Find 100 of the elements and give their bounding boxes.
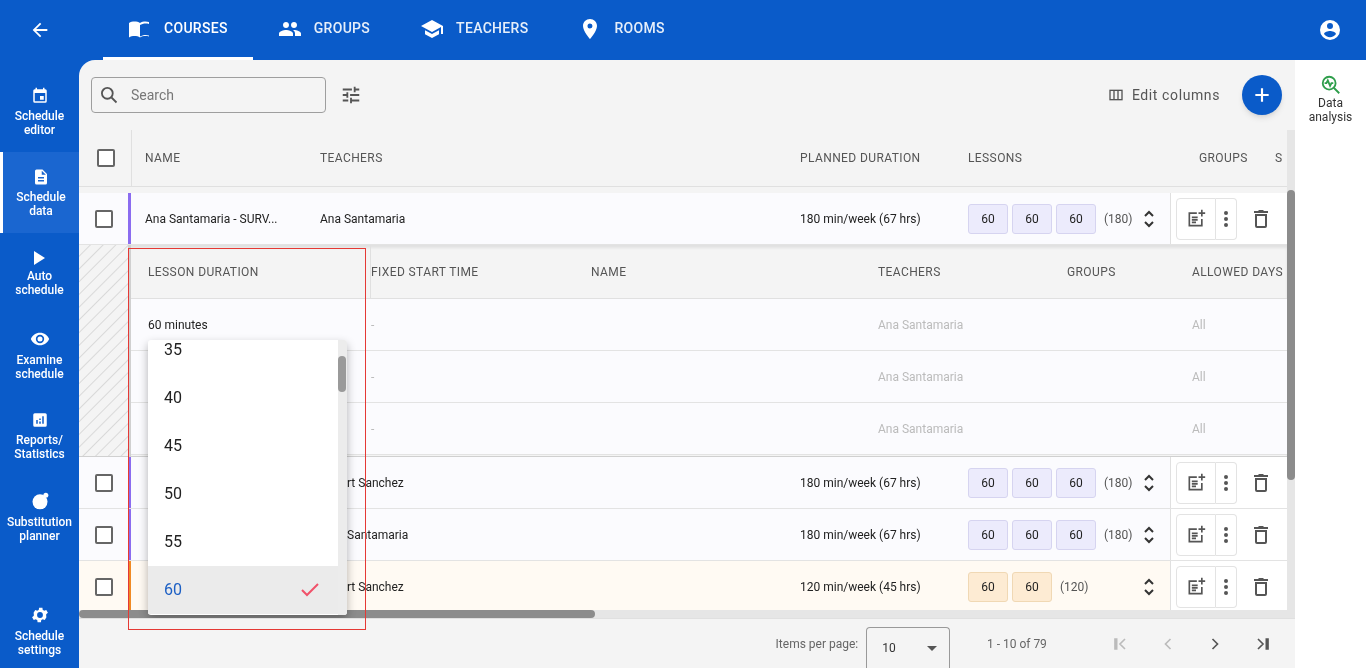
sidebar-item[interactable]: Auto schedule [0,233,79,314]
filter-sliders-icon [340,84,362,106]
sidebar-item[interactable]: Examine schedule [0,314,79,395]
checkbox[interactable] [94,577,113,596]
delete-button[interactable] [1251,207,1271,230]
sidebar-item[interactable]: Substitution planner [0,476,79,557]
dropdown-option[interactable]: 55 [148,518,338,566]
checkbox[interactable] [94,209,113,228]
lesson-chip[interactable]: 60 [968,467,1008,498]
start-time: - [371,369,375,384]
lesson-duration: 60 minutes [148,317,208,332]
add-lesson-button[interactable] [1176,461,1216,504]
unfold-icon [1143,524,1155,545]
teacher-name: Ana Santamaria [878,369,964,384]
plus-icon [1252,85,1272,105]
more-options-button[interactable] [1216,461,1237,504]
search-icon [99,85,119,105]
column-header: GROUPS [1067,264,1116,279]
magnifier-pulse-icon [1319,74,1342,96]
dropdown-option[interactable]: 40 [148,374,338,422]
more-vertical-icon [1224,474,1228,491]
lesson-total: (120) [1060,578,1089,596]
lesson-chip[interactable]: 60 [968,519,1008,550]
teacher-name: Ana Santamaria [320,211,406,226]
sidebar-item[interactable]: Reports/ Statistics [0,395,79,476]
sidebar-item[interactable]: Schedule editor [0,71,79,152]
column-header: LESSON DURATION [148,263,259,281]
more-options-button[interactable] [1216,197,1237,240]
lesson-chip[interactable]: 60 [1012,203,1052,234]
nav-tab[interactable]: ROOMS [553,0,690,60]
lesson-chip[interactable]: 60 [1012,467,1052,498]
settings-icon [29,605,50,625]
column-header: FIXED START TIME [371,264,479,279]
unfold-icon [1143,208,1155,229]
column-header: TEACHERS [878,264,941,279]
document-icon [32,167,50,186]
allowed-days: All [1192,369,1206,384]
duration-dropdown[interactable]: 35 40 45 50 55 60 [148,340,347,615]
settings-item[interactable]: Schedule settings [0,598,79,668]
nav-tab[interactable]: GROUPS [252,0,396,60]
delete-button[interactable] [1251,471,1271,494]
trash-icon [1253,525,1269,544]
dropdown-option[interactable]: 35 [148,340,338,374]
horizontal-scrollbar[interactable] [79,610,1287,618]
planned-duration: 180 min/week (67 hrs) [800,475,921,490]
trash-icon [1253,577,1269,596]
add-button[interactable] [1242,75,1282,115]
dropdown-option[interactable]: 60 [148,566,338,614]
column-header: ALLOWED DAYS [1192,264,1283,279]
page-range: 1 - 10 of 79 [986,635,1048,653]
delete-button[interactable] [1251,575,1271,598]
planned-duration: 120 min/week (45 hrs) [800,579,921,594]
lesson-chip[interactable]: 60 [1056,519,1096,550]
columns-icon [1107,87,1124,103]
lesson-chip[interactable]: 60 [1056,203,1096,234]
start-time: - [371,421,375,436]
more-options-button[interactable] [1216,565,1237,608]
column-header: NAME [591,264,627,279]
note-add-icon [1186,208,1206,229]
nav-tab[interactable]: TEACHERS [395,0,554,60]
dropdown-option[interactable]: 50 [148,470,338,518]
checkbox[interactable] [96,149,115,167]
checkbox[interactable] [94,525,113,544]
page-size-select[interactable]: 10 [866,627,950,668]
note-add-icon [1186,524,1206,545]
column-header: S [1275,150,1284,167]
edit-columns-button[interactable]: Edit columns [1107,84,1220,106]
add-lesson-button[interactable] [1176,565,1216,608]
more-vertical-icon [1224,526,1228,543]
sidebar-item[interactable]: Schedule data [0,152,79,233]
search-field[interactable]: Search [91,77,326,113]
unfold-icon [1143,576,1155,597]
start-time: - [371,317,375,332]
delete-button[interactable] [1251,523,1271,546]
vertical-scrollbar[interactable] [1287,130,1295,618]
lesson-chip[interactable]: 60 [1056,467,1096,498]
teacher-name: Ana Santamaria [878,421,964,436]
data-analysis-button[interactable]: Data analysis [1295,74,1366,124]
allowed-days: All [1192,421,1206,436]
dropdown-arrow-icon [926,645,937,651]
note-add-icon [1186,472,1206,493]
lesson-total: (180) [1104,474,1133,492]
dropdown-scrollbar[interactable] [338,340,347,615]
lesson-chip[interactable]: 60 [1012,519,1052,550]
planned-duration: 180 min/week (67 hrs) [800,211,921,226]
add-lesson-button[interactable] [1176,513,1216,556]
lesson-chip[interactable]: 60 [1012,571,1052,602]
planned-duration: 180 min/week (67 hrs) [800,527,921,542]
unfold-icon [1143,472,1155,493]
column-header: GROUPS [1199,150,1249,167]
add-lesson-button[interactable] [1176,197,1216,240]
lesson-chip[interactable]: 60 [968,203,1008,234]
teacher-name: Ana Santamaria [878,317,964,332]
more-options-button[interactable] [1216,513,1237,556]
lesson-chip[interactable]: 60 [968,571,1008,602]
checkbox[interactable] [94,473,113,492]
column-header: TEACHERS [320,150,384,167]
column-header: NAME [131,130,320,186]
note-add-icon [1186,576,1206,597]
dropdown-option[interactable]: 45 [148,422,338,470]
